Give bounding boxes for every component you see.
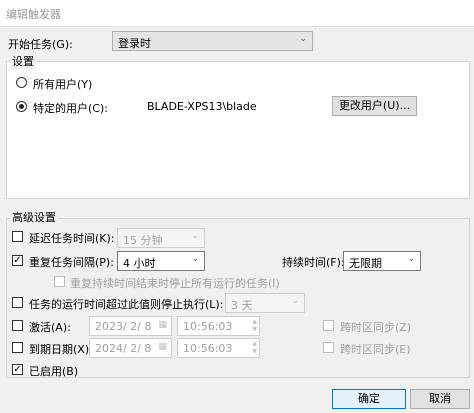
activate-sync-checkbox[interactable]	[323, 320, 334, 331]
title-bar	[0, 0, 474, 27]
chevron-down-icon: ⌄	[191, 231, 199, 241]
specific-user-radio[interactable]	[16, 101, 27, 112]
repeat-interval-dropdown[interactable]: 4 小时 ⌄	[117, 251, 205, 271]
check-icon: ✓	[13, 255, 22, 266]
cancel-button[interactable]: 取消	[410, 389, 470, 409]
spinner-icon[interactable]: ▲ ▼	[252, 318, 257, 334]
spinner-icon[interactable]: ▲ ▼	[252, 340, 257, 356]
start-task-label: 开始任务(G):	[8, 38, 73, 51]
expire-label: 到期日期(X):	[29, 343, 93, 356]
expire-date-field[interactable]: 2024/ 2/ 8 ▦	[89, 338, 172, 358]
repeat-checkbox[interactable]: ✓	[12, 255, 23, 266]
expire-time-field[interactable]: 10:56:03 ▲ ▼	[177, 338, 260, 358]
all-users-label: 所有用户(Y)	[33, 78, 93, 91]
chevron-down-icon: ⌄	[299, 34, 307, 44]
delay-checkbox[interactable]	[12, 231, 23, 242]
stop-long-dropdown[interactable]: 3 天 ⌄	[225, 293, 305, 313]
activate-sync-label: 跨时区同步(Z)	[340, 321, 412, 334]
expire-time-value: 10:56:03	[183, 342, 233, 355]
repeat-label: 重复任务间隔(P):	[29, 256, 114, 269]
all-users-radio[interactable]	[16, 77, 27, 88]
stop-all-tasks-checkbox[interactable]	[54, 276, 65, 287]
advanced-settings-label: 高级设置	[10, 209, 58, 225]
change-user-button[interactable]: 更改用户(U)...	[332, 96, 417, 116]
activate-label: 激活(A):	[29, 321, 71, 334]
settings-group-label: 设置	[10, 53, 36, 69]
duration-value: 无限期	[349, 257, 382, 270]
activate-checkbox[interactable]	[12, 320, 23, 331]
repeat-interval-value: 4 小时	[123, 257, 156, 270]
calendar-icon: ▦	[158, 342, 167, 352]
window-title: 编辑触发器	[6, 8, 61, 21]
user-name-value: BLADE-XPS13\blade	[147, 100, 257, 113]
duration-label: 持续时间(F):	[282, 256, 345, 269]
stop-long-label: 任务的运行时间超过此值则停止执行(L):	[29, 298, 224, 311]
activate-date-field[interactable]: 2023/ 2/ 8 ▦	[89, 316, 172, 336]
specific-user-label: 特定的用户(C):	[33, 102, 108, 115]
expire-sync-label: 跨时区同步(E)	[340, 343, 411, 356]
chevron-down-icon: ⌄	[407, 254, 415, 264]
stop-long-value: 3 天	[231, 299, 253, 312]
enabled-checkbox[interactable]: ✓	[12, 364, 23, 375]
start-task-dropdown[interactable]: 登录时 ⌄	[112, 31, 313, 51]
chevron-down-icon: ⌄	[191, 254, 199, 264]
ok-button[interactable]: 确定	[332, 389, 406, 409]
chevron-down-icon: ⌄	[291, 296, 299, 306]
activate-time-value: 10:56:03	[183, 320, 233, 333]
check-icon: ✓	[13, 364, 22, 375]
delay-dropdown[interactable]: 15 分钟 ⌄	[117, 228, 205, 248]
expire-sync-checkbox[interactable]	[323, 342, 334, 353]
delay-label: 延迟任务时间(K):	[29, 232, 115, 245]
stop-long-checkbox[interactable]	[12, 297, 23, 308]
duration-dropdown[interactable]: 无限期 ⌄	[343, 251, 421, 271]
activate-date-value: 2023/ 2/ 8	[95, 320, 152, 333]
enabled-label: 已启用(B)	[29, 365, 79, 378]
start-task-value: 登录时	[118, 37, 151, 50]
expire-date-value: 2024/ 2/ 8	[95, 342, 152, 355]
stop-all-tasks-label: 重复持续时间结束时停止所有运行的任务(I)	[70, 277, 280, 290]
calendar-icon: ▦	[158, 320, 167, 330]
delay-value: 15 分钟	[123, 234, 163, 247]
expire-checkbox[interactable]	[12, 342, 23, 353]
activate-time-field[interactable]: 10:56:03 ▲ ▼	[177, 316, 260, 336]
